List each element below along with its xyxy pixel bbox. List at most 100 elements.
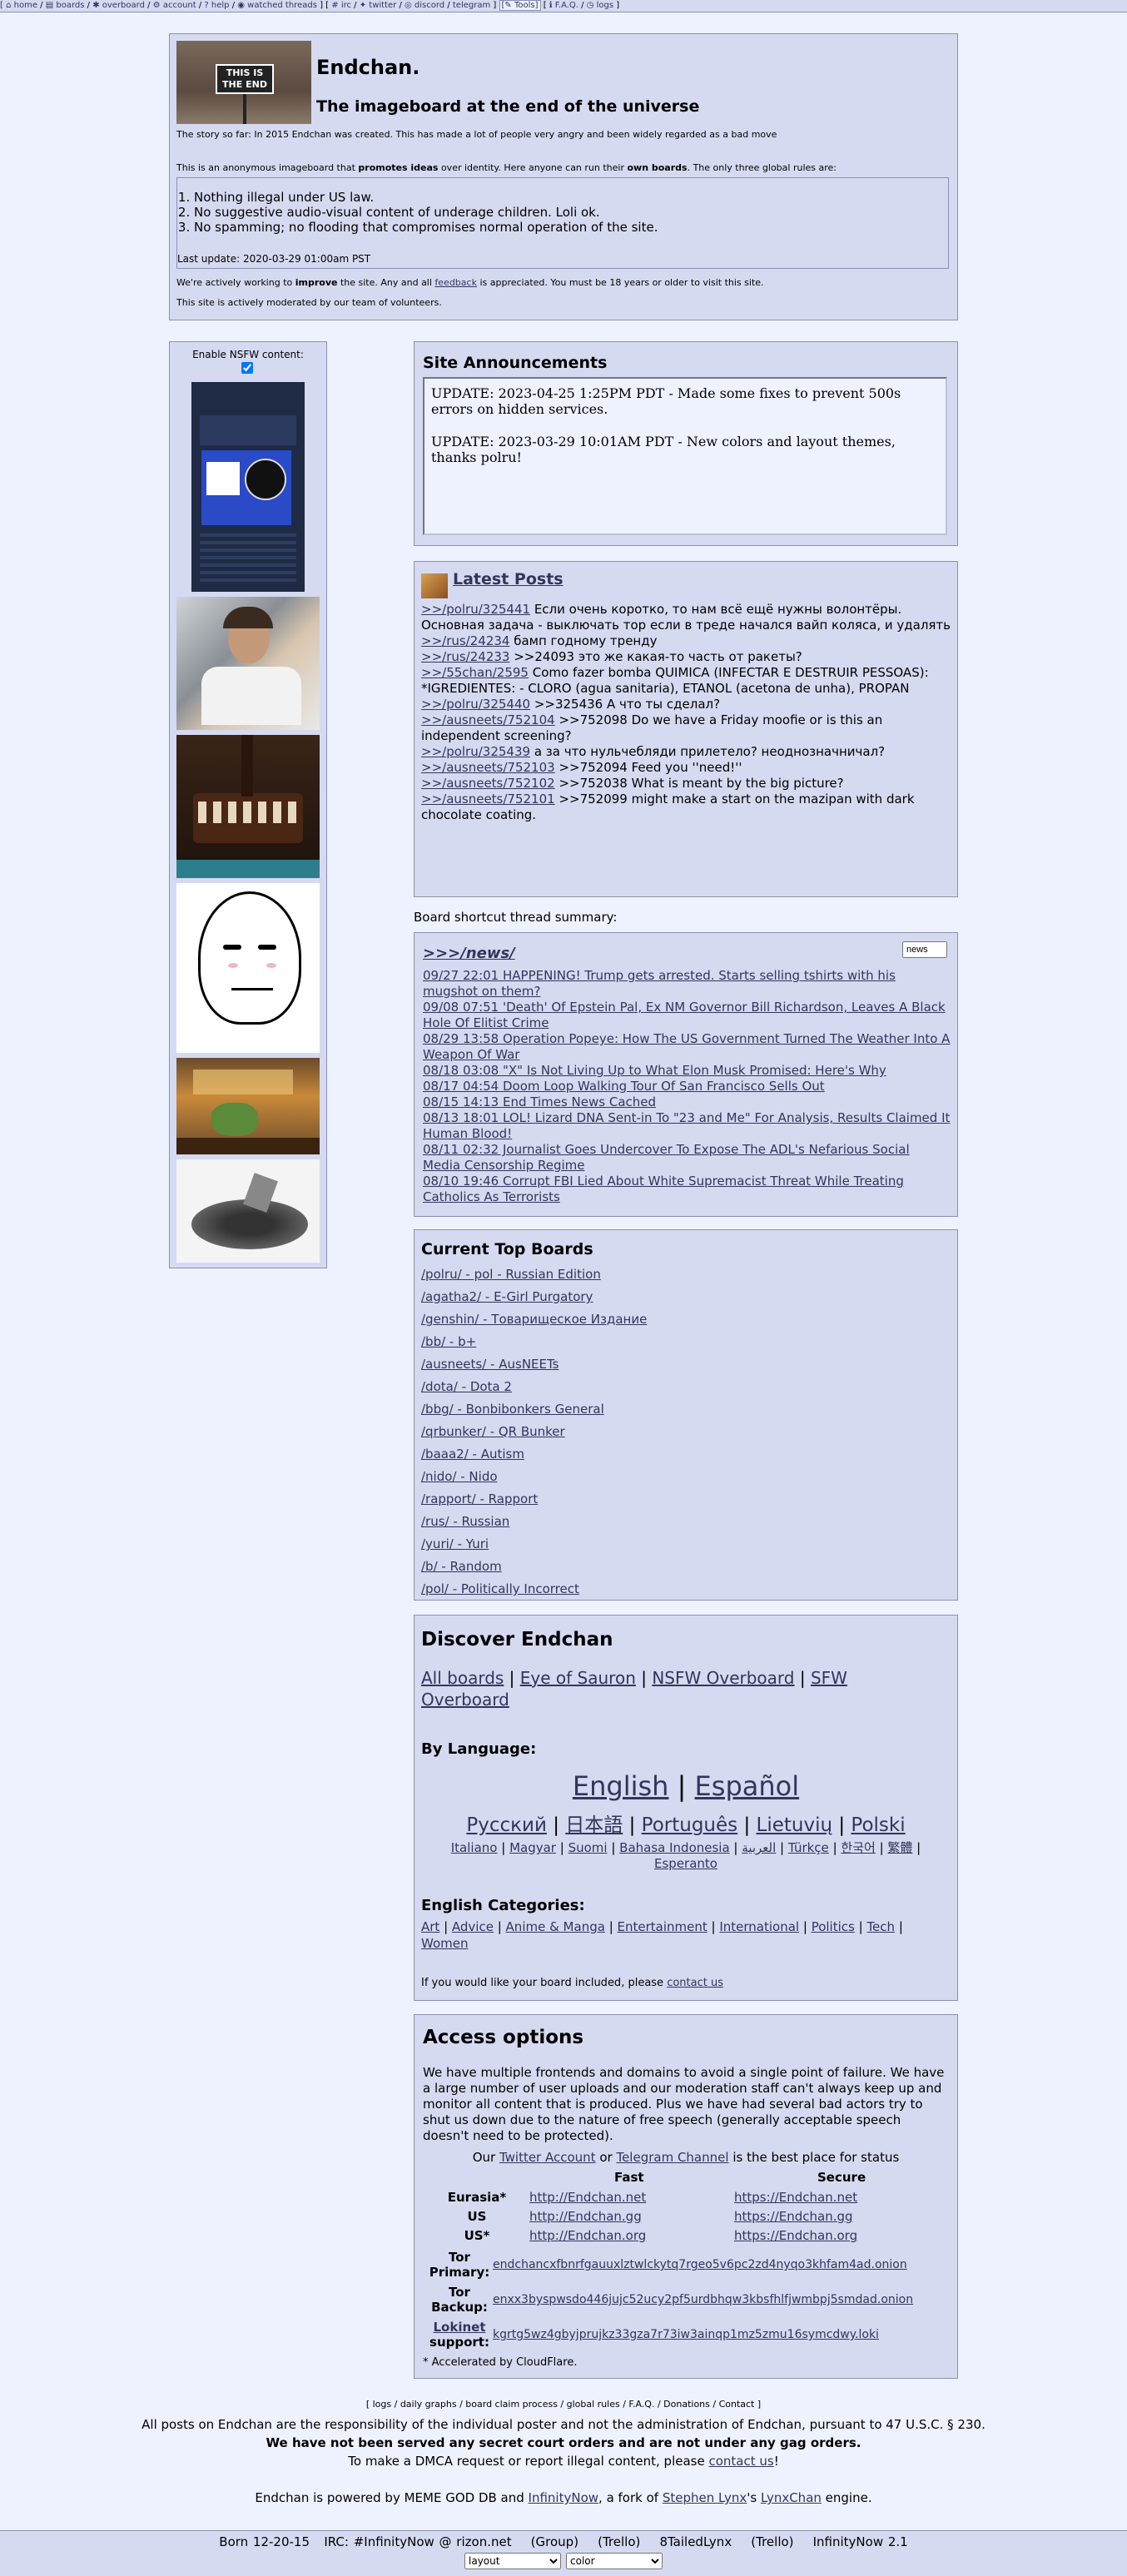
sidebar-image-seeds[interactable] [176, 1159, 320, 1263]
top-board-link[interactable]: /rapport/ - Rapport [421, 1491, 538, 1506]
tor-backup-link[interactable]: enxx3byspwsdo446jujc52ucy2pf5urdbhqw3kbs… [493, 2293, 913, 2306]
nsfw-checkbox[interactable] [241, 362, 253, 374]
latest-post-link[interactable]: >>/ausneets/752102 [421, 776, 555, 791]
category-tech-link[interactable]: Tech [866, 1919, 895, 1934]
top-board-link[interactable]: /ausneets/ - AusNEETs [421, 1357, 559, 1372]
color-select[interactable]: color [566, 2553, 663, 2569]
lang-korean-link[interactable]: 한국어 [841, 1840, 875, 1855]
lang-finnish-link[interactable]: Suomi [568, 1840, 608, 1855]
telegram-link[interactable]: telegram [453, 1, 490, 10]
tools-menu[interactable]: [✎ Tools] [499, 0, 541, 11]
footer-links[interactable]: [ logs / daily graphs / board claim proc… [0, 2399, 1127, 2410]
shortcut-thread-link[interactable]: 09/08 07:51 'Death' Of Epstein Pal, Ex N… [423, 1000, 946, 1030]
shortcut-thread-link[interactable]: 08/29 13:58 Operation Popeye: How The US… [423, 1031, 950, 1062]
lang-japanese-link[interactable]: 日本語 [565, 1814, 623, 1836]
twitter-link[interactable]: ✦ twitter [360, 1, 397, 10]
dmca-contact-link[interactable]: contact us [708, 2454, 773, 2469]
lang-chinese-link[interactable]: 繁體 [887, 1840, 912, 1855]
telegram-channel-link[interactable]: Telegram Channel [616, 2150, 728, 2165]
infinitynow-link[interactable]: InfinityNow [529, 2490, 598, 2505]
feedback-link[interactable]: feedback [434, 277, 477, 288]
lang-spanish-link[interactable]: Español [695, 1770, 800, 1802]
secure-link-eurasia[interactable]: https://Endchan.net [734, 2190, 857, 2205]
lang-russian-link[interactable]: Русский [466, 1814, 547, 1836]
shortcut-thread-link[interactable]: 08/10 19:46 Corrupt FBI Lied About White… [423, 1174, 904, 1204]
lang-turkish-link[interactable]: Türkçe [788, 1840, 829, 1855]
trello-link-2[interactable]: (Trello) [751, 2534, 793, 2549]
latest-post-link[interactable]: >>/55chan/2595 [421, 665, 529, 680]
latest-post-link[interactable]: >>/polru/325441 [421, 602, 530, 617]
secure-link-us[interactable]: https://Endchan.gg [734, 2209, 853, 2224]
shortcut-thread-link[interactable]: 08/11 02:32 Journalist Goes Undercover T… [423, 1142, 910, 1173]
lang-english-link[interactable]: English [573, 1770, 669, 1802]
all-boards-link[interactable]: All boards [421, 1668, 504, 1688]
secure-link-us-star[interactable]: https://Endchan.org [734, 2228, 857, 2243]
latest-post-link[interactable]: >>/rus/24233 [421, 649, 509, 664]
lang-arabic-link[interactable]: العربية [742, 1840, 776, 1855]
top-board-link[interactable]: /yuri/ - Yuri [421, 1536, 489, 1551]
category-politics-link[interactable]: Politics [812, 1919, 855, 1934]
eye-of-sauron-link[interactable]: Eye of Sauron [520, 1668, 636, 1688]
fast-link-eurasia[interactable]: http://Endchan.net [529, 2190, 646, 2205]
contact-us-link[interactable]: contact us [667, 1977, 723, 1989]
sidebar-image-man[interactable] [176, 597, 320, 730]
lang-lithuanian-link[interactable]: Lietuvių [757, 1814, 833, 1836]
sidebar-image-pepe[interactable] [176, 1058, 320, 1154]
irc-link[interactable]: # irc [331, 1, 351, 10]
tor-primary-link[interactable]: endchancxfbnrfgauuxlztwlckytq7rgeo5v6pc2… [493, 2258, 907, 2271]
top-board-link[interactable]: /baaa2/ - Autism [421, 1447, 524, 1462]
lokinet-link[interactable]: Lokinet [433, 2320, 485, 2335]
top-board-link[interactable]: /dota/ - Dota 2 [421, 1379, 512, 1394]
trello-link-1[interactable]: (Trello) [598, 2534, 640, 2549]
category-international-link[interactable]: International [719, 1919, 799, 1934]
category-women-link[interactable]: Women [421, 1936, 468, 1951]
shortcut-thread-link[interactable]: 08/15 14:13 End Times News Cached [423, 1094, 656, 1109]
lang-polish-link[interactable]: Polski [851, 1814, 905, 1836]
top-board-link[interactable]: /agatha2/ - E-Girl Purgatory [421, 1289, 593, 1304]
top-board-link[interactable]: /bb/ - b+ [421, 1334, 476, 1349]
lang-italian-link[interactable]: Italiano [451, 1840, 498, 1855]
top-board-link[interactable]: /polru/ - pol - Russian Edition [421, 1267, 601, 1282]
latest-post-link[interactable]: >>/ausneets/752103 [421, 760, 555, 775]
shortcut-board-input[interactable] [902, 941, 947, 958]
lynxchan-link[interactable]: LynxChan [761, 2490, 822, 2505]
latest-post-link[interactable]: >>/ausneets/752104 [421, 712, 555, 727]
lang-portuguese-link[interactable]: Português [642, 1814, 737, 1836]
top-board-link[interactable]: /qrbunker/ - QR Bunker [421, 1424, 565, 1439]
discord-link[interactable]: ◎ discord [405, 1, 444, 10]
top-board-link[interactable]: /bbg/ - Bonbibonkers General [421, 1402, 604, 1417]
nsfw-overboard-link[interactable]: NSFW Overboard [652, 1668, 794, 1688]
latest-post-link[interactable]: >>/polru/325440 [421, 697, 530, 712]
latest-post-link[interactable]: >>/rus/24234 [421, 633, 509, 648]
lokinet-address-link[interactable]: kgrtg5wz4gbyjprujkz33gza7r73iw3ainqp1mz5… [493, 2328, 879, 2341]
category-advice-link[interactable]: Advice [452, 1919, 494, 1934]
category-anime-link[interactable]: Anime & Manga [506, 1919, 605, 1934]
shortcut-thread-link[interactable]: 08/13 18:01 LOL! Lizard DNA Sent-in To "… [423, 1110, 950, 1141]
layout-select[interactable]: layout [464, 2553, 561, 2569]
faq-link[interactable]: ℹ F.A.Q. [549, 1, 578, 10]
category-entertainment-link[interactable]: Entertainment [618, 1919, 707, 1934]
logs-link[interactable]: ◷ logs [587, 1, 613, 10]
twitter-account-link[interactable]: Twitter Account [499, 2150, 596, 2165]
sidebar-image-wojak[interactable] [176, 883, 320, 1053]
shortcut-thread-link[interactable]: 09/27 22:01 HAPPENING! Trump gets arrest… [423, 968, 896, 999]
fast-link-us[interactable]: http://Endchan.gg [529, 2209, 642, 2224]
category-art-link[interactable]: Art [421, 1919, 439, 1934]
group-link[interactable]: (Group) [531, 2534, 578, 2549]
irc-info[interactable]: IRC: #InfinityNow @ rizon.net [324, 2534, 511, 2549]
latest-posts-title[interactable]: Latest Posts [453, 570, 564, 588]
lang-indonesian-link[interactable]: Bahasa Indonesia [619, 1840, 730, 1855]
shortcut-thread-link[interactable]: 08/17 04:54 Doom Loop Walking Tour Of Sa… [423, 1079, 825, 1094]
overboard-link[interactable]: ✱ overboard [92, 1, 145, 10]
top-board-link[interactable]: /b/ - Random [421, 1559, 502, 1574]
watched-threads-link[interactable]: ◉ watched threads [237, 1, 317, 10]
shortcut-board-link[interactable]: >>>/news/ [423, 945, 515, 962]
top-board-link[interactable]: /nido/ - Nido [421, 1469, 498, 1484]
sidebar-image-screenshot[interactable] [191, 382, 305, 592]
latest-post-link[interactable]: >>/polru/325439 [421, 744, 530, 759]
sidebar-image-cake[interactable] [176, 735, 320, 878]
account-link[interactable]: ⚙ account [153, 1, 196, 10]
tailed-lynx-link[interactable]: 8TailedLynx [659, 2534, 732, 2549]
latest-post-link[interactable]: >>/ausneets/752101 [421, 792, 555, 807]
shortcut-thread-link[interactable]: 08/18 03:08 "X" Is Not Living Up to What… [423, 1063, 886, 1078]
